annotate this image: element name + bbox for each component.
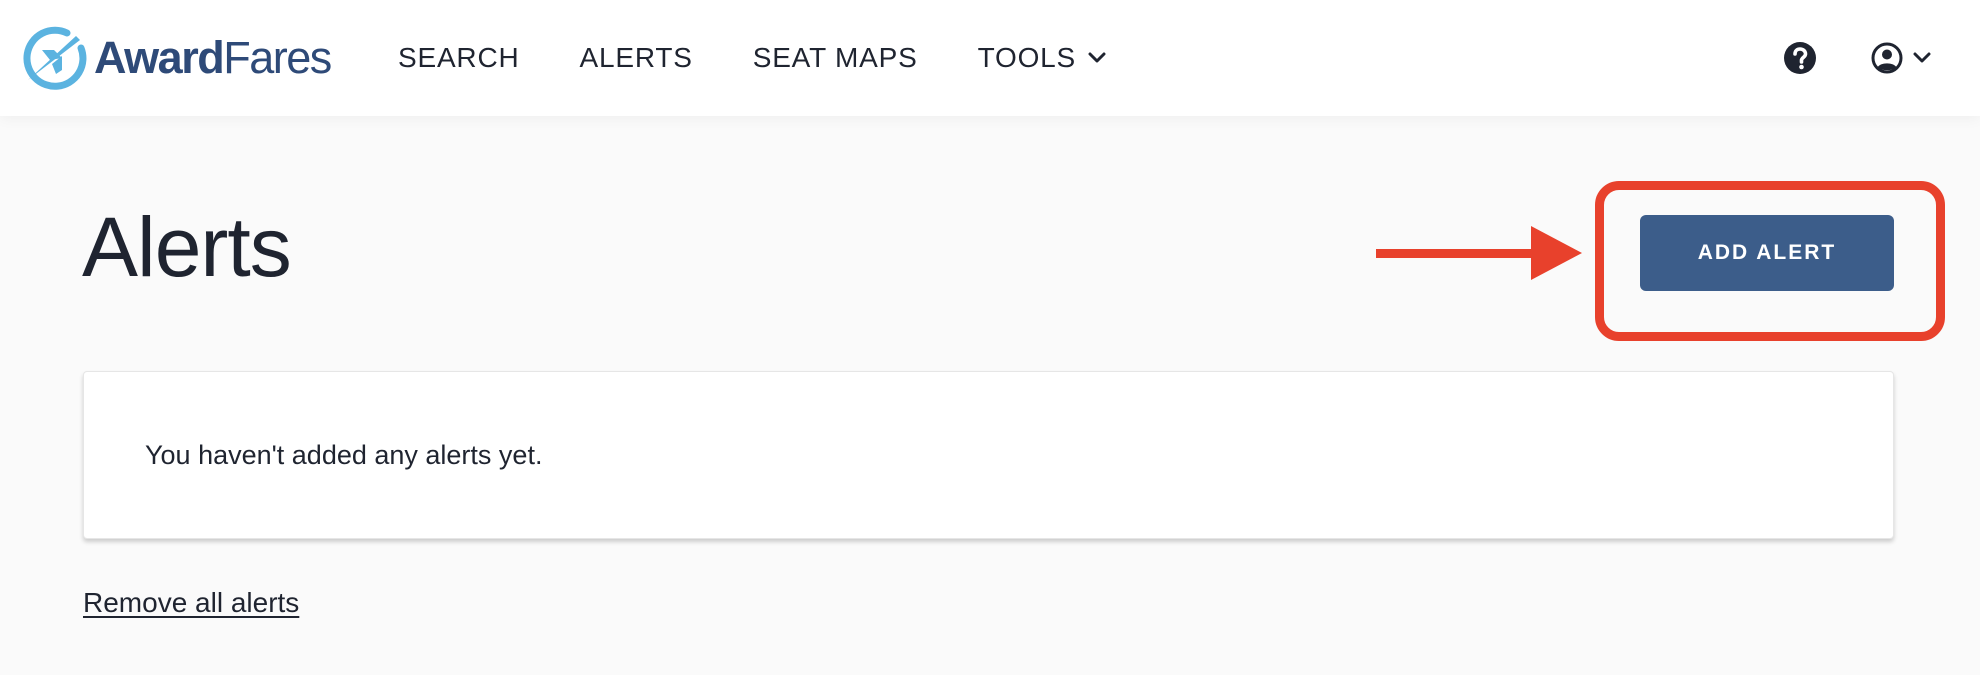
nav-alerts[interactable]: ALERTS (580, 42, 693, 74)
alerts-empty-card: You haven't added any alerts yet. (83, 371, 1894, 539)
right-arrow-icon (1376, 226, 1582, 280)
add-alert-button[interactable]: ADD ALERT (1640, 215, 1894, 291)
page-title: Alerts (82, 200, 292, 294)
main-nav: SEARCH ALERTS SEAT MAPS TOOLS (398, 0, 1166, 116)
awardfares-logo[interactable]: AwardFares (22, 22, 332, 92)
chevron-down-icon (1913, 52, 1931, 63)
help-icon[interactable] (1783, 41, 1817, 75)
user-circle-icon (1871, 42, 1903, 74)
nav-search[interactable]: SEARCH (398, 42, 520, 74)
chevron-down-icon (1088, 52, 1106, 63)
top-navigation-bar: AwardFares SEARCH ALERTS SEAT MAPS TOOLS (0, 0, 1980, 116)
remove-all-alerts-link[interactable]: Remove all alerts (83, 587, 299, 619)
nav-tools[interactable]: TOOLS (978, 42, 1106, 74)
logo-text: AwardFares (94, 31, 332, 83)
plane-logo-icon (23, 26, 87, 90)
nav-seat-maps[interactable]: SEAT MAPS (753, 42, 918, 74)
user-menu[interactable] (1871, 41, 1931, 75)
empty-state-message: You haven't added any alerts yet. (145, 440, 543, 470)
